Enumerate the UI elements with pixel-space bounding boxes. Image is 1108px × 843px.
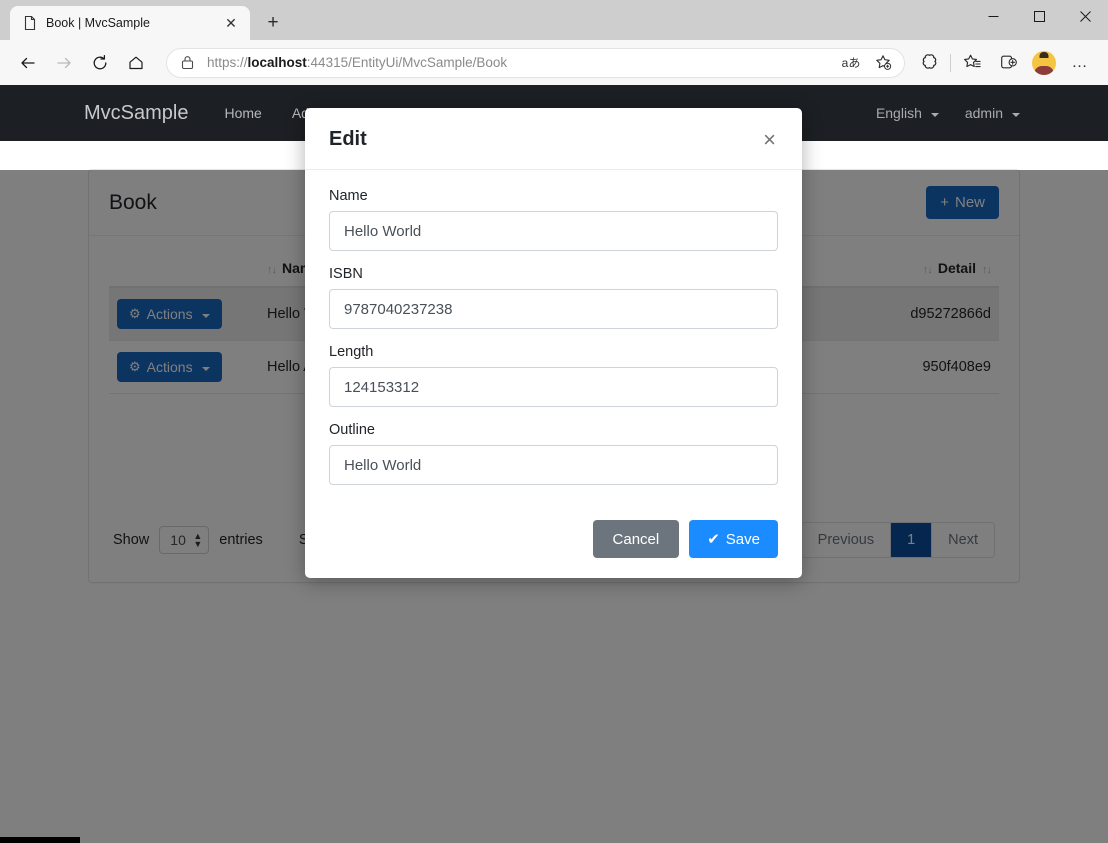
save-button[interactable]: ✔ Save [689,520,778,558]
page-icon [22,15,38,31]
avatar [1032,50,1056,75]
form-group-length: Length [329,344,778,407]
length-label: Length [329,344,374,360]
outline-label: Outline [329,422,375,438]
name-field[interactable] [329,211,778,251]
modal-title: Edit [329,128,367,150]
modal-footer: Cancel ✔ Save [305,506,802,578]
modal-header: Edit × [305,108,802,170]
collections-icon[interactable] [911,47,947,79]
name-label: Name [329,188,368,204]
form-group-isbn: ISBN [329,266,778,329]
cancel-button[interactable]: Cancel [592,520,680,558]
minimize-icon[interactable] [970,0,1016,32]
toolbar-divider [950,53,951,72]
add-favorite-icon[interactable] [868,50,898,76]
chevron-down-icon [1012,113,1020,117]
split-screen-icon[interactable] [990,47,1026,79]
user-dropdown[interactable]: admin [965,105,1020,121]
nav-link-home[interactable]: Home [224,105,261,121]
save-button-label: Save [725,530,760,548]
lock-icon [181,55,197,70]
address-bar[interactable]: https://localhost:44315/EntityUi/MvcSamp… [166,47,905,78]
browser-window: Book | MvcSample ✕ + https://localhost:4… [0,0,1108,843]
back-icon[interactable] [10,45,46,81]
read-aloud-icon[interactable]: aあ [836,50,866,76]
browser-toolbar: https://localhost:44315/EntityUi/MvcSamp… [0,40,1108,85]
browser-tab-strip: Book | MvcSample ✕ + [0,0,1108,40]
language-label: English [875,105,922,121]
favorites-icon[interactable] [954,47,990,79]
reload-icon[interactable] [82,45,118,81]
maximize-icon[interactable] [1016,0,1062,32]
navbar-brand[interactable]: MvcSample [84,102,188,125]
new-tab-button[interactable]: + [258,8,288,38]
isbn-field[interactable] [329,289,778,329]
browser-tab[interactable]: Book | MvcSample ✕ [10,6,250,40]
language-dropdown[interactable]: English [876,105,939,121]
length-field[interactable] [329,367,778,407]
browser-tab-title: Book | MvcSample [46,16,150,30]
settings-icon[interactable]: … [1062,47,1098,79]
home-icon[interactable] [118,45,154,81]
address-bar-url: https://localhost:44315/EntityUi/MvcSamp… [207,55,508,70]
outline-field[interactable] [329,445,778,485]
modal-body: Name ISBN Length Outline [305,170,802,506]
form-group-name: Name [329,188,778,251]
close-icon[interactable]: ✕ [220,12,242,34]
edit-modal: Edit × Name ISBN Length Outline Cancel [305,108,802,578]
profile-avatar[interactable] [1026,47,1062,79]
chevron-down-icon [930,113,939,117]
window-close-icon[interactable] [1062,0,1108,32]
isbn-label: ISBN [329,266,363,282]
taskbar-sliver [0,837,80,843]
user-label: admin [964,105,1003,121]
form-group-outline: Outline [329,422,778,485]
navbar-right: English admin [876,105,1020,121]
avatar-hair [1039,51,1049,58]
forward-icon [46,45,82,81]
window-controls [970,0,1108,40]
avatar-body [1034,65,1054,75]
close-icon[interactable]: × [761,128,778,151]
check-icon: ✔ [707,531,720,548]
